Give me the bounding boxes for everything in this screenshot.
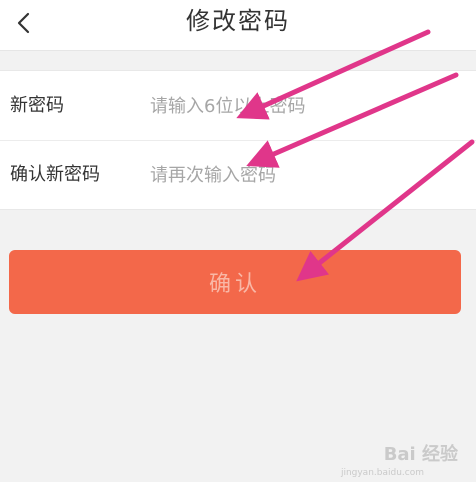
top-nav-bar: 修改密码	[0, 0, 476, 51]
page-title: 修改密码	[186, 7, 290, 35]
watermark-url: jingyan.baidu.com	[340, 468, 424, 478]
password-form: 新密码 确认新密码	[0, 70, 476, 210]
new-password-label: 新密码	[10, 95, 64, 116]
confirm-button[interactable]: 确认	[9, 250, 461, 314]
confirm-password-label: 确认新密码	[10, 164, 100, 185]
change-password-screen: 修改密码 新密码 确认新密码 确认 Bai 经验 jingyan.baidu.c…	[0, 0, 476, 482]
confirm-password-input[interactable]	[150, 157, 460, 193]
new-password-input[interactable]	[150, 88, 460, 124]
confirm-password-row: 确认新密码	[0, 140, 476, 209]
new-password-row: 新密码	[0, 71, 476, 140]
watermark-logo: Bai 经验	[383, 444, 458, 465]
